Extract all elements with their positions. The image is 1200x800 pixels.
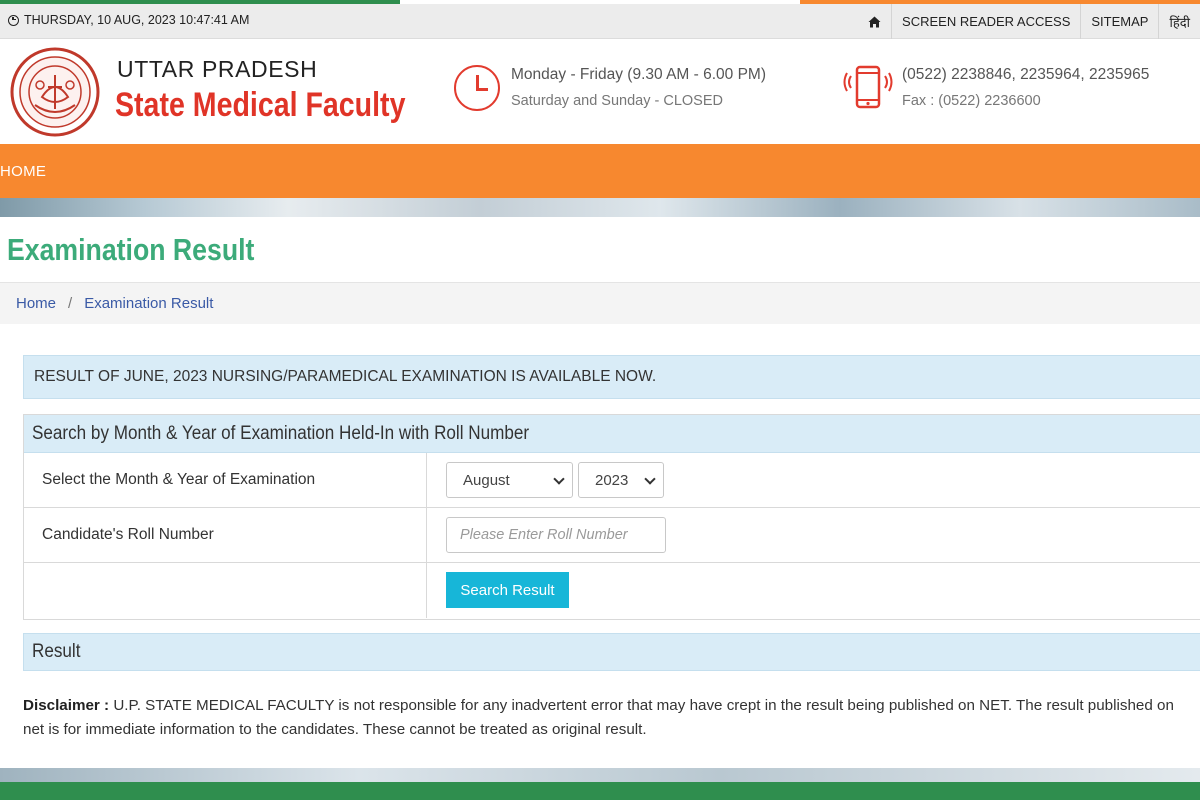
datetime-text: THURSDAY, 10 AUG, 2023 10:47:41 AM xyxy=(24,13,250,27)
column-divider xyxy=(426,563,427,618)
result-heading: Result xyxy=(23,633,1200,671)
org-name: State Medical Faculty xyxy=(115,86,406,124)
sitemap-link[interactable]: SITEMAP xyxy=(1080,4,1158,39)
office-hours-clock-icon xyxy=(454,65,500,111)
search-result-button[interactable]: Search Result xyxy=(446,572,569,608)
year-select-value: 2023 xyxy=(595,471,629,489)
breadcrumb: Home / Examination Result xyxy=(0,282,1200,324)
month-year-row: Select the Month & Year of Examination A… xyxy=(24,453,1200,508)
roll-number-input[interactable] xyxy=(446,517,666,553)
month-select[interactable]: August xyxy=(446,462,573,498)
hindi-language-link[interactable]: हिंदी xyxy=(1158,4,1200,39)
home-icon xyxy=(868,16,881,27)
footer-bar xyxy=(0,782,1200,800)
search-form-panel: Search by Month & Year of Examination He… xyxy=(23,414,1200,620)
search-form-heading-text: Search by Month & Year of Examination He… xyxy=(32,422,530,444)
site-header: UTTAR PRADESH State Medical Faculty Mond… xyxy=(0,40,1200,144)
submit-row: Search Result xyxy=(24,563,1200,618)
chevron-down-icon xyxy=(553,473,565,485)
fax-number: Fax : (0522) 2236600 xyxy=(902,93,1041,109)
clock-icon xyxy=(8,14,19,26)
result-notice: RESULT OF JUNE, 2023 NURSING/PARAMEDICAL… xyxy=(23,355,1200,399)
roll-number-label: Candidate's Roll Number xyxy=(42,526,214,543)
year-select[interactable]: 2023 xyxy=(578,462,664,498)
datetime-display: THURSDAY, 10 AUG, 2023 10:47:41 AM xyxy=(8,13,249,27)
chevron-down-icon xyxy=(644,473,656,485)
roll-number-row: Candidate's Roll Number xyxy=(24,508,1200,563)
column-divider xyxy=(426,508,427,562)
search-form-heading: Search by Month & Year of Examination He… xyxy=(24,415,1200,453)
top-utility-bar: THURSDAY, 10 AUG, 2023 10:47:41 AM SCREE… xyxy=(0,4,1200,39)
disclaimer-label: Disclaimer : xyxy=(23,697,110,714)
breadcrumb-separator: / xyxy=(68,295,73,312)
disclaimer: Disclaimer : U.P. STATE MEDICAL FACULTY … xyxy=(23,694,1183,742)
breadcrumb-home-link[interactable]: Home xyxy=(16,295,56,312)
page-title: Examination Result xyxy=(7,232,255,267)
month-year-label: Select the Month & Year of Examination xyxy=(42,471,316,488)
mobile-phone-icon xyxy=(843,65,893,109)
screen-reader-access-link[interactable]: SCREEN READER ACCESS xyxy=(891,4,1080,39)
office-hours-weekend: Saturday and Sunday - CLOSED xyxy=(511,93,723,109)
home-link[interactable] xyxy=(864,4,891,39)
main-navbar: HOME xyxy=(0,144,1200,198)
phone-numbers: (0522) 2238846, 2235964, 2235965 xyxy=(902,66,1150,83)
result-heading-text: Result xyxy=(32,641,81,662)
result-notice-text: RESULT OF JUNE, 2023 NURSING/PARAMEDICAL… xyxy=(34,368,657,385)
office-hours-weekdays: Monday - Friday (9.30 AM - 6.00 PM) xyxy=(511,66,766,83)
disclaimer-text: U.P. STATE MEDICAL FACULTY is not respon… xyxy=(23,697,1174,738)
top-links: SCREEN READER ACCESS SITEMAP हिंदी xyxy=(864,4,1200,39)
month-select-value: August xyxy=(463,471,510,489)
up-emblem-logo xyxy=(10,47,100,137)
column-divider xyxy=(426,453,427,507)
nav-item-home[interactable]: HOME xyxy=(0,163,46,180)
footer-image-strip xyxy=(0,768,1200,782)
org-state-name: UTTAR PRADESH xyxy=(117,56,318,82)
breadcrumb-current[interactable]: Examination Result xyxy=(84,295,213,312)
banner-image-strip xyxy=(0,198,1200,217)
